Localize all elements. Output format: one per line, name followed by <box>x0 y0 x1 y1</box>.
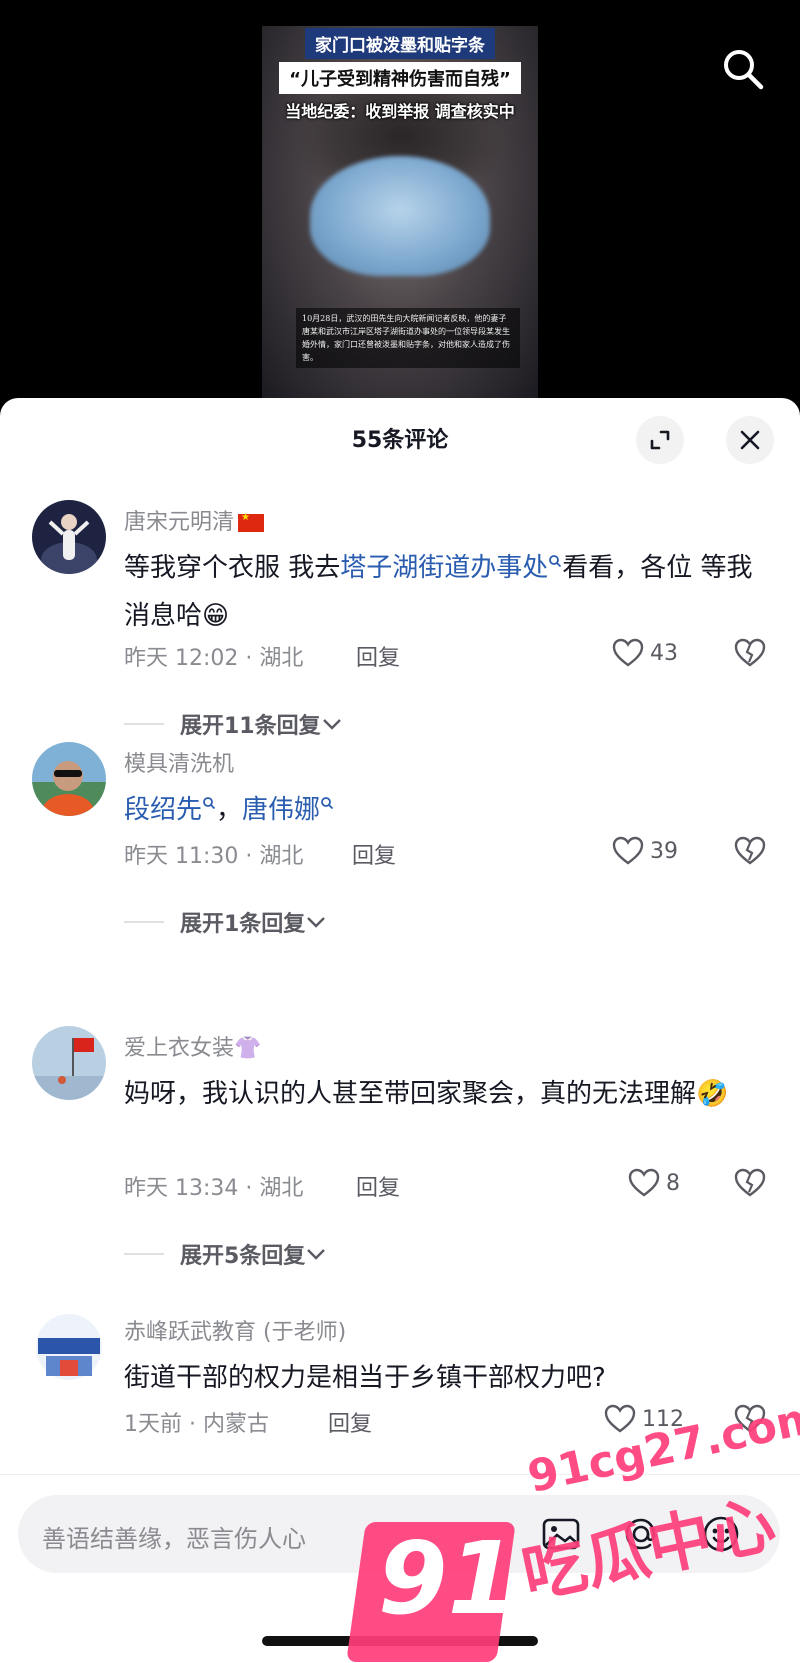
like-count: 112 <box>642 1406 684 1432</box>
input-placeholder: 善语结善缘，恶言伤人心 <box>42 1525 306 1553</box>
dislike-icon <box>734 638 766 667</box>
video-headline-2: “儿子受到精神伤害而自残” <box>279 62 521 94</box>
emoji-icon <box>703 1516 739 1552</box>
avatar[interactable] <box>32 1310 106 1384</box>
home-indicator <box>262 1636 538 1646</box>
like-count: 39 <box>650 838 678 864</box>
video-headline-1: 家门口被泼墨和贴字条 <box>305 28 495 59</box>
image-button[interactable] <box>538 1511 584 1557</box>
dislike-button[interactable] <box>734 1404 766 1438</box>
chevron-down-icon <box>322 719 341 730</box>
comment-item: 赤峰跃武教育 (于老师) 街道干部的权力是相当于乡镇干部权力吧? 1天前 · 内… <box>0 1310 800 1470</box>
at-icon <box>625 1518 656 1550</box>
reply-button[interactable]: 回复 <box>356 640 400 672</box>
username[interactable]: 模具清洗机 <box>124 746 234 778</box>
comment-meta: 1天前 · 内蒙古 <box>124 1412 269 1437</box>
dislike-icon <box>734 836 766 865</box>
avatar[interactable] <box>32 742 106 816</box>
like-button[interactable]: 43 <box>612 638 678 668</box>
search-link-icon <box>321 797 334 810</box>
search-icon <box>724 50 764 90</box>
china-flag-icon <box>238 512 265 532</box>
dislike-icon <box>734 1168 766 1197</box>
heart-icon <box>612 638 644 667</box>
comment-meta: 昨天 11:30 · 湖北 <box>124 844 304 869</box>
like-button[interactable]: 112 <box>604 1404 684 1434</box>
video-headline-3: 当地纪委：收到举报 调查核实中 <box>285 102 515 121</box>
comment-meta: 昨天 13:34 · 湖北 <box>124 1176 304 1201</box>
video-frame[interactable]: 家门口被泼墨和贴字条 “儿子受到精神伤害而自残” 当地纪委：收到举报 调查核实中… <box>262 26 538 400</box>
search-link[interactable]: 段绍先 <box>124 795 202 825</box>
comment-meta: 昨天 12:02 · 湖北 <box>124 646 304 671</box>
avatar[interactable] <box>32 500 106 574</box>
video-caption: 10月28日，武汉的田先生向大皖新闻记者反映，他的妻子唐某和武汉市江岸区塔子湖街… <box>296 308 520 368</box>
reply-button[interactable]: 回复 <box>356 1170 400 1202</box>
comment-input-bar: 善语结善缘，恶言伤人心 <box>0 1474 800 1663</box>
grin-emoji: 😁 <box>202 601 230 631</box>
heart-icon <box>604 1404 636 1433</box>
heart-icon <box>612 836 644 865</box>
dislike-icon <box>734 1404 766 1433</box>
like-button[interactable]: 39 <box>612 836 678 866</box>
comment-text: 街道干部的权力是相当于乡镇干部权力吧? <box>124 1363 606 1393</box>
chevron-down-icon <box>307 917 326 928</box>
comment-item: 唐宋元明清 等我穿个衣服 我去塔子湖街道办事处看看，各位 等我消息哈😁 昨天 1… <box>0 500 800 760</box>
username[interactable]: 爱上衣女装👚 <box>124 1030 261 1062</box>
dislike-button[interactable] <box>734 836 766 870</box>
expand-icon <box>650 430 670 450</box>
username[interactable]: 赤峰跃武教育 (于老师) <box>124 1314 346 1346</box>
search-button[interactable] <box>718 44 768 94</box>
comment-text: 段绍先 ，唐伟娜 <box>124 786 754 834</box>
sheet-header: 55条评论 <box>0 398 800 474</box>
chevron-down-icon <box>307 1249 326 1260</box>
comment-item: 爱上衣女装👚 妈呀，我认识的人甚至带回家聚会，真的无法理解🤣 昨天 13:34 … <box>0 1026 800 1296</box>
expand-replies[interactable]: 展开5条回复 <box>124 1238 327 1270</box>
comment-sheet: 55条评论 唐宋元明清★ 等我穿个衣服 我去塔子湖街道办事处 看看，各位 等我消… <box>0 398 800 1662</box>
video-player[interactable]: 家门口被泼墨和贴字条 “儿子受到精神伤害而自残” 当地纪委：收到举报 调查核实中… <box>0 0 800 400</box>
video-figure-mask <box>310 156 490 276</box>
dislike-button[interactable] <box>734 638 766 672</box>
like-count: 8 <box>666 1170 680 1196</box>
laughing-emoji: 🤣 <box>696 1079 729 1109</box>
search-link[interactable]: 塔子湖街道办事处 <box>340 553 548 583</box>
comment-text: 等我穿个衣服 我去塔子湖街道办事处 看看，各位 等我消息哈😁 <box>124 553 753 631</box>
mention-button[interactable] <box>618 1511 664 1557</box>
search-link[interactable]: 唐伟娜 <box>242 795 320 825</box>
emoji-button[interactable] <box>698 1511 744 1557</box>
expand-button[interactable] <box>636 416 684 464</box>
search-link-icon <box>203 797 216 810</box>
reply-button[interactable]: 回复 <box>328 1406 372 1438</box>
close-icon <box>740 430 760 450</box>
like-count: 43 <box>650 640 678 666</box>
expand-replies[interactable]: 展开11条回复 <box>124 708 343 740</box>
heart-icon <box>628 1168 660 1197</box>
comment-item: 模具清洗机 段绍先 ，唐伟娜 昨天 11:30 · 湖北 回复 39 展开1条回复 <box>0 742 800 992</box>
image-icon <box>542 1518 580 1550</box>
username[interactable]: 唐宋元明清 <box>124 504 265 536</box>
like-button[interactable]: 8 <box>628 1168 680 1198</box>
search-link-icon <box>549 555 562 568</box>
expand-replies[interactable]: 展开1条回复 <box>124 906 327 938</box>
comment-text: 妈呀，我认识的人甚至带回家聚会，真的无法理解🤣 <box>124 1079 729 1109</box>
close-button[interactable] <box>726 416 774 464</box>
comment-input[interactable]: 善语结善缘，恶言伤人心 <box>18 1495 780 1573</box>
reply-button[interactable]: 回复 <box>352 838 396 870</box>
avatar[interactable] <box>32 1026 106 1100</box>
shirt-emoji: 👚 <box>234 1036 262 1061</box>
dislike-button[interactable] <box>734 1168 766 1202</box>
